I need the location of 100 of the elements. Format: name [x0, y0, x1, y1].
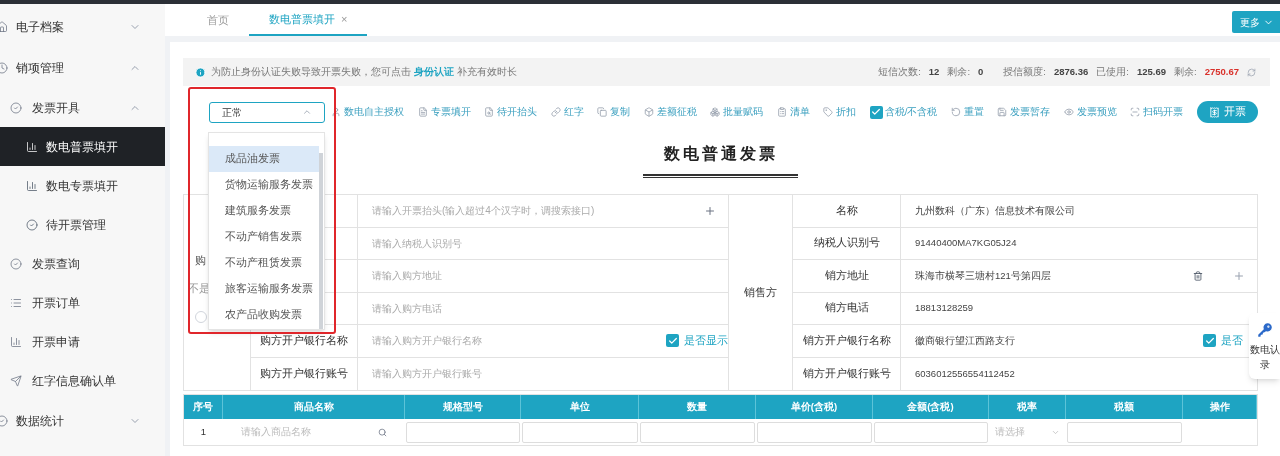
toolbar-link[interactable]: 扫码开票	[1143, 104, 1184, 120]
send-icon	[10, 374, 22, 387]
input-field[interactable]: 请输入购方开户银行名称 是否显示	[358, 325, 728, 357]
dropdown-option[interactable]: 建筑服务发票	[209, 198, 319, 224]
home-icon	[0, 20, 8, 33]
sidebar-item[interactable]: 数电专票填开	[0, 166, 165, 205]
input-field[interactable]	[874, 421, 988, 443]
issue-button[interactable]: 开票	[1196, 101, 1258, 123]
input-field[interactable]	[406, 421, 520, 443]
user-icon	[331, 107, 341, 117]
checkbox[interactable]	[1203, 334, 1216, 348]
info-icon	[195, 66, 206, 78]
input-field[interactable]: 请输入购方电话	[358, 292, 728, 324]
toolbar-link[interactable]: 清单	[789, 104, 810, 120]
sidebar-item[interactable]: 待开票管理	[0, 205, 165, 244]
add-icon[interactable]	[1233, 269, 1245, 282]
column-header: 单位	[521, 395, 639, 419]
chevron-up-icon	[302, 107, 312, 117]
show-toggle-label[interactable]: 是否显示	[684, 332, 728, 349]
receipt-icon	[1208, 106, 1220, 118]
add-icon[interactable]	[704, 204, 716, 217]
field-label: 购方开户银行账号	[260, 365, 348, 381]
sidebar-item[interactable]: 数电普票填开	[0, 127, 165, 166]
stat-value: 125.69	[1136, 64, 1166, 79]
key-icon	[1255, 321, 1274, 339]
clock-icon	[0, 61, 8, 74]
invoice-title: 数电普通发票	[663, 144, 778, 164]
sidebar-item[interactable]: 开票申请	[0, 322, 165, 361]
field-label: 销方开户银行账号	[802, 365, 891, 381]
document-search-icon	[484, 107, 495, 117]
field-value: 91440400MA7KG05J24	[915, 236, 1018, 251]
toolbar-link[interactable]: 折扣	[836, 104, 857, 120]
sidebar-item[interactable]: 发票查询	[0, 244, 165, 283]
field-value: 徽商银行望江西路支行	[915, 333, 1016, 348]
toolbar-link[interactable]: 数电自主授权	[344, 104, 404, 120]
invoice-type-select[interactable]: 正常	[209, 101, 325, 123]
bar-chart-icon	[10, 335, 22, 348]
more-button[interactable]: 更多	[1232, 11, 1280, 33]
search-icon[interactable]	[378, 427, 387, 437]
toolbar-link[interactable]: 批量赋码	[723, 104, 764, 120]
list-icon	[10, 296, 22, 309]
dropdown-option[interactable]: 成品油发票	[209, 146, 319, 172]
dropdown-option[interactable]: 货物运输服务发票	[209, 172, 319, 198]
toolbar-link[interactable]: 专票填开	[430, 104, 471, 120]
trash-icon[interactable]	[1193, 270, 1203, 281]
stat-value: 0	[978, 64, 984, 79]
dropdown-option[interactable]: 不动产销售发票	[209, 224, 319, 250]
tab[interactable]: 首页	[187, 4, 249, 36]
dropdown-option[interactable]: 不动产租赁发票	[209, 250, 319, 276]
field-label: 名称	[835, 202, 858, 218]
cubes-icon	[710, 107, 721, 117]
stat-label: 短信次数:	[878, 64, 921, 79]
toolbar-link[interactable]: 发票预览	[1076, 104, 1117, 120]
scan-icon	[1130, 107, 1141, 117]
stat-value: 2876.36	[1053, 64, 1089, 79]
tax-toggle-label[interactable]: 含税/不含税	[884, 104, 938, 120]
sidebar-item[interactable]: 开票订单	[0, 283, 165, 322]
sidebar-item[interactable]: 数据统计	[0, 400, 165, 441]
close-icon[interactable]: ×	[341, 10, 348, 28]
input-field[interactable]: 请输入购方地址	[358, 260, 728, 292]
dropdown-option[interactable]: 农产品收购发票	[209, 302, 319, 328]
toolbar-link[interactable]: 复制	[610, 104, 631, 120]
sidebar-item[interactable]: 电子档案	[0, 6, 165, 47]
dropdown-option[interactable]: 旅客运输服务发票	[209, 276, 319, 302]
toolbar-link[interactable]: 待开抬头	[497, 104, 538, 120]
check-circle-icon	[10, 101, 22, 114]
checkbox[interactable]	[869, 105, 883, 119]
tax-rate-select[interactable]: 请选择	[989, 421, 1066, 443]
stat-label: 已使用:	[1096, 64, 1129, 79]
toolbar-link[interactable]: 发票暂存	[1010, 104, 1051, 120]
field-label: 销方地址	[824, 267, 869, 283]
clipboard-icon	[776, 107, 787, 117]
input-field[interactable]	[757, 421, 872, 443]
identity-link[interactable]: 身份认证	[414, 65, 454, 77]
input-field[interactable]: 请输入纳税人识别号	[358, 227, 728, 259]
floating-widget[interactable]: 数电认 录	[1249, 313, 1280, 379]
check-circle-icon	[10, 257, 22, 270]
column-header: 操作	[1183, 395, 1257, 419]
input-field[interactable]	[1067, 421, 1182, 443]
stat-label: 剩余:	[947, 64, 971, 79]
toolbar-link[interactable]: 红字	[563, 104, 584, 120]
column-header: 税率	[989, 395, 1066, 419]
show-toggle-label[interactable]: 是否	[1221, 332, 1243, 349]
bar-chart-icon	[26, 140, 38, 153]
checkbox[interactable]	[666, 334, 679, 348]
tab[interactable]: 数电普票填开 ×	[249, 4, 368, 36]
sidebar-item[interactable]: 销项管理	[0, 47, 165, 88]
input-field[interactable]	[522, 421, 638, 443]
toolbar-link[interactable]: 重置	[963, 104, 984, 120]
column-header: 商品名称	[223, 395, 405, 419]
buyer-label-fragment: 购	[195, 253, 206, 268]
refresh-icon[interactable]	[1247, 67, 1256, 77]
input-field[interactable]: 请输入购方开户银行账号	[358, 357, 728, 390]
column-header: 规格型号	[405, 395, 521, 419]
field-label: 纳税人识别号	[813, 235, 880, 251]
input-field[interactable]: 请输入开票抬头(输入超过4个汉字时，调搜索接口)	[358, 195, 728, 227]
sidebar-item[interactable]: 发票开具	[0, 88, 165, 127]
toolbar-link[interactable]: 差额征税	[656, 104, 697, 120]
input-field[interactable]	[640, 421, 755, 443]
sidebar-item[interactable]: 红字信息确认单	[0, 361, 165, 400]
